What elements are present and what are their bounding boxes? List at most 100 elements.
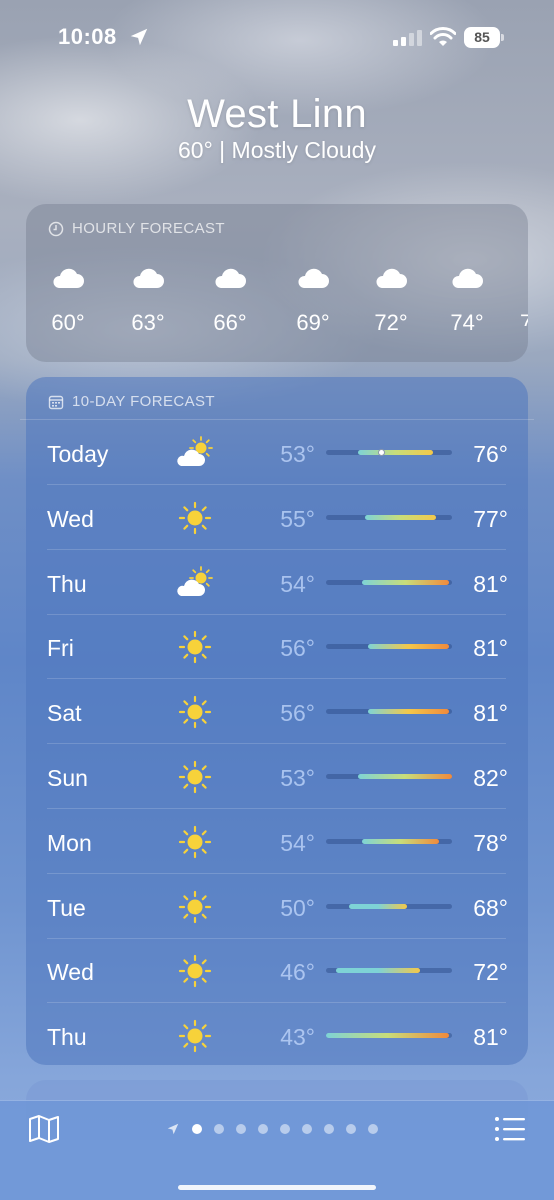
location-arrow-icon xyxy=(130,28,148,46)
page-dot[interactable] xyxy=(324,1124,334,1134)
forecast-high: 81° xyxy=(473,1024,508,1051)
page-dot[interactable] xyxy=(368,1124,378,1134)
forecast-high: 68° xyxy=(473,894,508,921)
forecast-row[interactable]: Today 53° 76° xyxy=(47,421,512,485)
forecast-day: Mon xyxy=(47,829,92,856)
forecast-high: 77° xyxy=(473,505,508,532)
sun-icon xyxy=(175,953,215,989)
sun-icon xyxy=(175,694,215,730)
forecast-high: 81° xyxy=(473,700,508,727)
current-location-page-icon[interactable] xyxy=(166,1122,180,1136)
hourly-item: 74° xyxy=(437,266,497,336)
forecast-row[interactable]: Wed 46° 72° xyxy=(47,939,512,1004)
forecast-row[interactable]: Sat 56° 81° xyxy=(47,680,512,745)
hourly-temp: 72° xyxy=(374,310,408,335)
hourly-forecast-card[interactable]: HOURLY FORECAST 60° 63° 66° 69° 72° 74° 7 xyxy=(26,204,528,362)
sun-icon xyxy=(175,629,215,665)
hourly-forecast-title: HOURLY FORECAST xyxy=(72,220,225,237)
temperature-range-fill xyxy=(361,579,449,585)
temperature-range-bar xyxy=(326,644,452,650)
forecast-low: 54° xyxy=(280,570,315,597)
ten-day-header-divider xyxy=(20,419,534,420)
page-indicator[interactable] xyxy=(166,1121,378,1137)
forecast-row[interactable]: Wed 55° 77° xyxy=(47,486,512,550)
forecast-row[interactable]: Mon 54° 78° xyxy=(47,810,512,874)
forecast-high: 76° xyxy=(473,441,508,467)
hourly-temp: 74° xyxy=(450,310,484,335)
sun-icon xyxy=(175,759,215,795)
cloud-icon xyxy=(51,266,85,290)
temperature-range-fill xyxy=(358,774,452,779)
forecast-row[interactable]: Thu 43° 81° xyxy=(47,1004,512,1068)
forecast-high: 72° xyxy=(473,959,508,986)
status-bar: 10:08 85 xyxy=(0,0,554,76)
current-temp-marker xyxy=(377,449,385,456)
battery-level: 85 xyxy=(464,27,500,48)
temperature-range-bar xyxy=(326,449,452,456)
clock-icon xyxy=(48,221,64,236)
cloud-icon xyxy=(213,266,247,290)
page-dot[interactable] xyxy=(280,1124,290,1134)
forecast-low: 55° xyxy=(280,505,315,532)
ten-day-forecast-title: 10-DAY FORECAST xyxy=(72,393,215,410)
temperature-range-bar xyxy=(326,709,452,715)
forecast-low: 56° xyxy=(280,700,315,727)
temperature-range-bar xyxy=(326,579,452,585)
forecast-row[interactable]: Tue 50° 68° xyxy=(47,875,512,939)
map-icon[interactable] xyxy=(28,1114,60,1144)
hourly-temp: 60° xyxy=(51,310,85,335)
forecast-row[interactable]: Thu 54° 81° xyxy=(47,551,512,615)
city-list-icon[interactable] xyxy=(494,1115,526,1143)
cloud-icon xyxy=(450,266,484,290)
sun-icon xyxy=(175,500,215,536)
hourly-temp: 69° xyxy=(296,310,330,335)
hourly-item: 60° xyxy=(38,266,98,336)
partly-sunny-icon xyxy=(175,565,215,601)
home-indicator[interactable] xyxy=(178,1185,376,1190)
status-time: 10:08 xyxy=(58,24,117,49)
page-dot[interactable] xyxy=(258,1124,268,1134)
cloud-icon xyxy=(374,266,408,290)
sun-icon xyxy=(175,824,215,860)
temperature-range-bar xyxy=(326,903,452,909)
forecast-row[interactable]: Sun 53° 82° xyxy=(47,745,512,809)
forecast-low: 53° xyxy=(280,441,315,467)
temperature-range-fill xyxy=(326,1033,449,1039)
temperature-range-fill xyxy=(368,644,449,650)
forecast-low: 56° xyxy=(280,635,315,662)
forecast-row[interactable]: Fri 56° 81° xyxy=(47,615,512,680)
forecast-high: 81° xyxy=(473,635,508,662)
forecast-day: Thu xyxy=(47,1024,87,1051)
cloud-icon xyxy=(131,266,165,290)
forecast-day: Today xyxy=(47,441,109,467)
temperature-range-bar xyxy=(326,968,452,974)
page-dot[interactable] xyxy=(302,1124,312,1134)
partly-sunny-icon xyxy=(175,435,215,471)
page-dot[interactable] xyxy=(346,1124,356,1134)
hourly-temp: 63° xyxy=(131,310,165,335)
hourly-next-item-clipped: 7 xyxy=(520,310,528,326)
forecast-high: 81° xyxy=(473,570,508,597)
temperature-range-fill xyxy=(358,450,433,455)
hourly-item: 72° xyxy=(361,266,421,336)
forecast-day: Thu xyxy=(47,570,87,597)
forecast-day: Sun xyxy=(47,765,88,791)
cellular-signal-icon xyxy=(393,30,422,46)
forecast-day: Wed xyxy=(47,959,94,986)
ten-day-forecast-header: 10-DAY FORECAST xyxy=(48,393,215,410)
page-dot[interactable] xyxy=(236,1124,246,1134)
city-name: West Linn xyxy=(187,92,367,136)
forecast-low: 53° xyxy=(280,765,315,791)
forecast-day: Fri xyxy=(47,635,74,662)
forecast-low: 50° xyxy=(280,894,315,921)
temperature-range-fill xyxy=(368,709,449,715)
page-dot[interactable] xyxy=(214,1124,224,1134)
temperature-range-bar xyxy=(326,1033,452,1039)
temperature-range-bar xyxy=(326,514,452,520)
calendar-icon xyxy=(48,395,64,409)
forecast-day: Sat xyxy=(47,700,82,727)
current-conditions: 60° | Mostly Cloudy xyxy=(178,137,376,163)
hourly-item: 63° xyxy=(118,266,178,336)
page-dot[interactable] xyxy=(192,1124,202,1134)
forecast-low: 54° xyxy=(280,829,315,856)
